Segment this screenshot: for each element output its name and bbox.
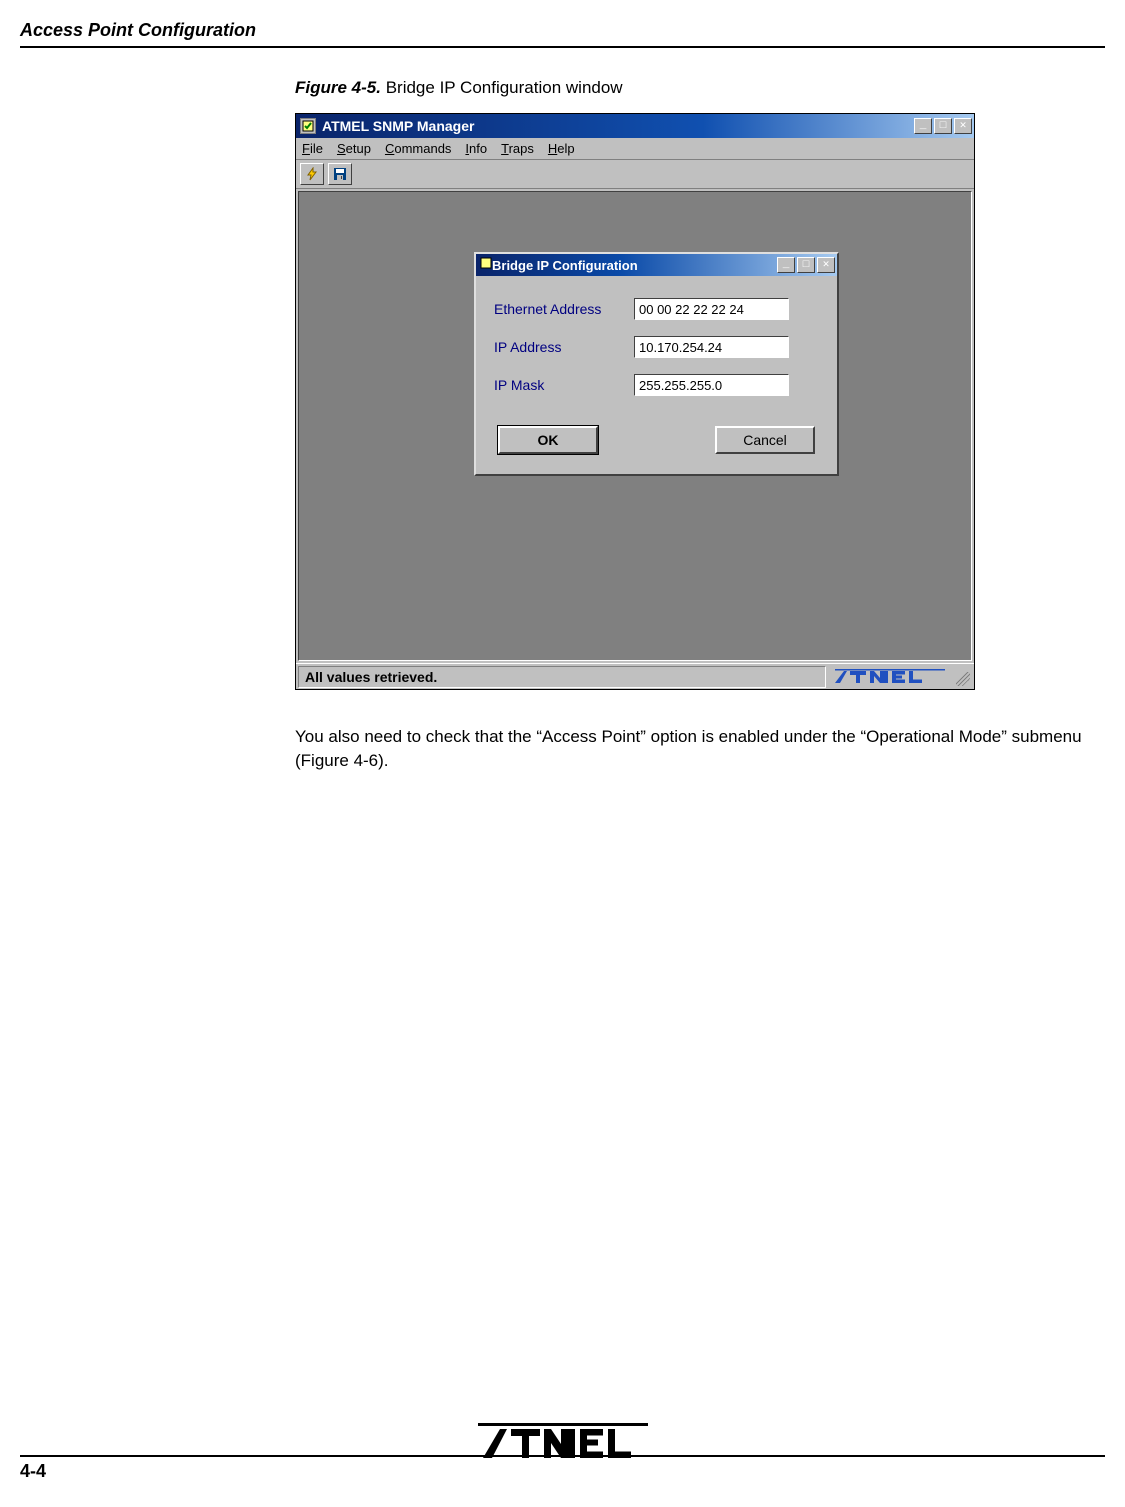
statusbar: All values retrieved. bbox=[296, 663, 974, 689]
menu-setup[interactable]: Setup bbox=[337, 141, 371, 156]
dialog-title: Bridge IP Configuration bbox=[492, 258, 777, 273]
ethernet-address-input[interactable] bbox=[634, 298, 789, 320]
statusbar-brand bbox=[830, 666, 950, 688]
figure-label: Figure 4-5. bbox=[295, 78, 381, 97]
status-text: All values retrieved. bbox=[298, 666, 826, 688]
ethernet-row: Ethernet Address bbox=[494, 298, 819, 320]
ip-mask-input[interactable] bbox=[634, 374, 789, 396]
dialog-buttons: OK Cancel bbox=[494, 426, 819, 454]
page-header: Access Point Configuration bbox=[20, 20, 1105, 48]
minimize-button[interactable]: _ bbox=[914, 118, 932, 134]
ip-row: IP Address bbox=[494, 336, 819, 358]
snmp-manager-window: ATMEL SNMP Manager _ □ ✕ File Setup Comm… bbox=[296, 114, 974, 689]
outer-window-title: ATMEL SNMP Manager bbox=[322, 118, 914, 134]
ethernet-address-label: Ethernet Address bbox=[494, 301, 634, 317]
toolbar bbox=[296, 160, 974, 189]
ip-mask-label: IP Mask bbox=[494, 377, 634, 393]
ip-address-label: IP Address bbox=[494, 339, 634, 355]
menu-info[interactable]: Info bbox=[465, 141, 487, 156]
figure-title-text: Bridge IP Configuration window bbox=[386, 78, 623, 97]
dialog-minimize-button[interactable]: _ bbox=[777, 257, 795, 273]
ip-address-input[interactable] bbox=[634, 336, 789, 358]
page-footer: 4-4 bbox=[20, 1455, 1105, 1482]
mask-row: IP Mask bbox=[494, 374, 819, 396]
atmel-footer-logo-icon bbox=[478, 1419, 648, 1467]
atmel-logo-icon bbox=[835, 669, 945, 685]
cancel-button[interactable]: Cancel bbox=[715, 426, 815, 454]
outer-titlebar[interactable]: ATMEL SNMP Manager _ □ ✕ bbox=[296, 114, 974, 138]
figure-caption: Figure 4-5. Bridge IP Configuration wind… bbox=[295, 78, 1105, 98]
dialog-maximize-button[interactable]: □ bbox=[797, 257, 815, 273]
dialog-icon bbox=[480, 256, 492, 274]
page-number: 4-4 bbox=[20, 1461, 46, 1482]
menubar: File Setup Commands Info Traps Help bbox=[296, 138, 974, 160]
menu-file[interactable]: File bbox=[302, 141, 323, 156]
window-controls: _ □ ✕ bbox=[914, 118, 972, 134]
maximize-button[interactable]: □ bbox=[934, 118, 952, 134]
menu-traps[interactable]: Traps bbox=[501, 141, 534, 156]
client-area: Bridge IP Configuration _ □ ✕ Ethernet A… bbox=[298, 191, 972, 661]
dialog-close-button[interactable]: ✕ bbox=[817, 257, 835, 273]
inner-titlebar[interactable]: Bridge IP Configuration _ □ ✕ bbox=[476, 254, 837, 276]
app-icon bbox=[300, 118, 316, 134]
dialog-body: Ethernet Address IP Address IP Mask OK C… bbox=[476, 276, 837, 474]
footer-logo bbox=[478, 1419, 648, 1472]
dialog-window-controls: _ □ ✕ bbox=[777, 257, 835, 273]
ok-button[interactable]: OK bbox=[498, 426, 598, 454]
body-paragraph: You also need to check that the “Access … bbox=[295, 725, 1105, 773]
screenshot-container: ATMEL SNMP Manager _ □ ✕ File Setup Comm… bbox=[295, 113, 975, 690]
save-icon[interactable] bbox=[328, 163, 352, 185]
menu-help[interactable]: Help bbox=[548, 141, 575, 156]
menu-commands[interactable]: Commands bbox=[385, 141, 451, 156]
bridge-ip-dialog: Bridge IP Configuration _ □ ✕ Ethernet A… bbox=[474, 252, 839, 476]
resize-grip-icon[interactable] bbox=[954, 666, 972, 688]
lightning-icon[interactable] bbox=[300, 163, 324, 185]
close-button[interactable]: ✕ bbox=[954, 118, 972, 134]
